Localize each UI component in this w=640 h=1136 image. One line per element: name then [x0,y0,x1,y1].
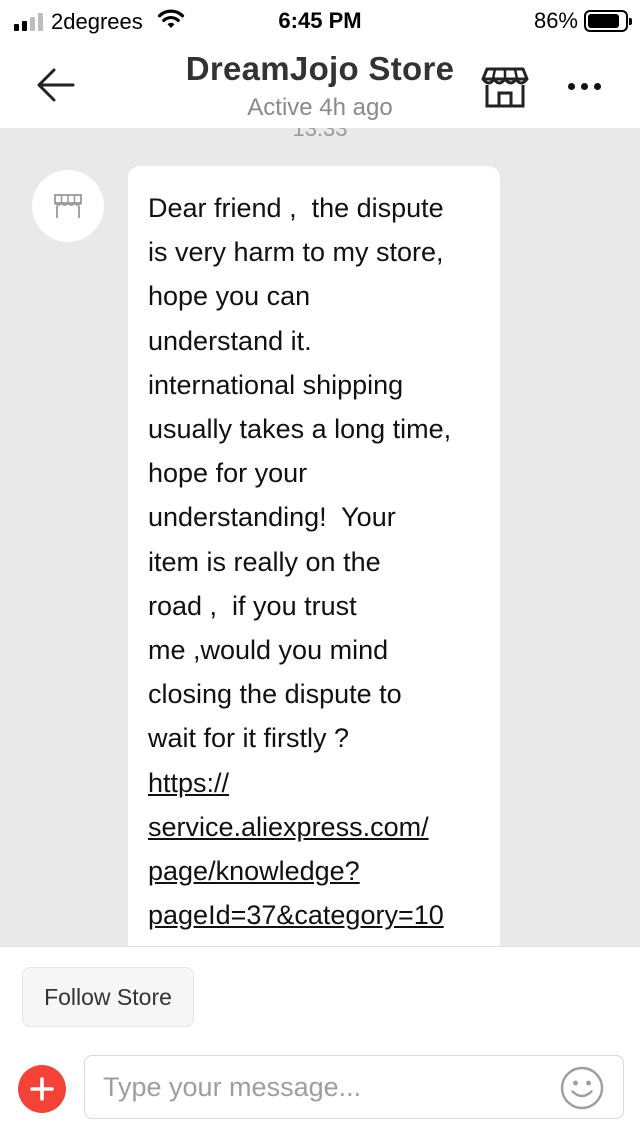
store-title: DreamJojo Store [185,50,455,87]
more-dot [593,82,601,90]
store-avatar[interactable] [32,170,104,242]
add-button[interactable] [18,1065,66,1113]
emoji-button[interactable] [559,1065,605,1111]
battery-icon [584,10,632,32]
message-bubble: Dear friend , the dispute is very harm t… [128,166,500,946]
message-text: Dear friend , the dispute is very harm t… [148,193,452,754]
more-dots-icon [567,82,575,90]
message-timestamp: 13:33 [292,128,348,141]
storefront-icon [54,194,82,218]
arrow-left-icon [37,68,75,102]
bottom-bar: Follow Store [0,946,640,1136]
back-button[interactable] [30,62,80,108]
store-button[interactable] [478,62,532,112]
battery-fill [588,14,619,28]
follow-store-button[interactable]: Follow Store [22,967,194,1027]
message-link[interactable]: https:// service.aliexpress.com/ page/kn… [148,761,482,938]
status-right: 86% [533,8,632,34]
active-status: Active 4h ago [247,94,393,121]
chat-screen: 2degrees 6:45 PM 86% DreamJojo Store Act… [0,0,640,1136]
smiley-icon [560,1066,604,1110]
chat-header: DreamJojo Store Active 4h ago [0,40,640,128]
chat-area[interactable]: 13:33 Dear friend , the dispute is very … [0,128,640,946]
battery-percent: 86% [533,8,578,33]
message-input-box [84,1055,624,1119]
more-dot [580,82,588,90]
plus-icon [30,1077,54,1101]
message-input[interactable] [103,1056,543,1118]
status-bar: 2degrees 6:45 PM 86% [0,0,640,40]
storefront-icon [481,67,529,108]
header-title-group: DreamJojo Store Active 4h ago [120,50,520,122]
more-options-button[interactable] [556,68,612,104]
